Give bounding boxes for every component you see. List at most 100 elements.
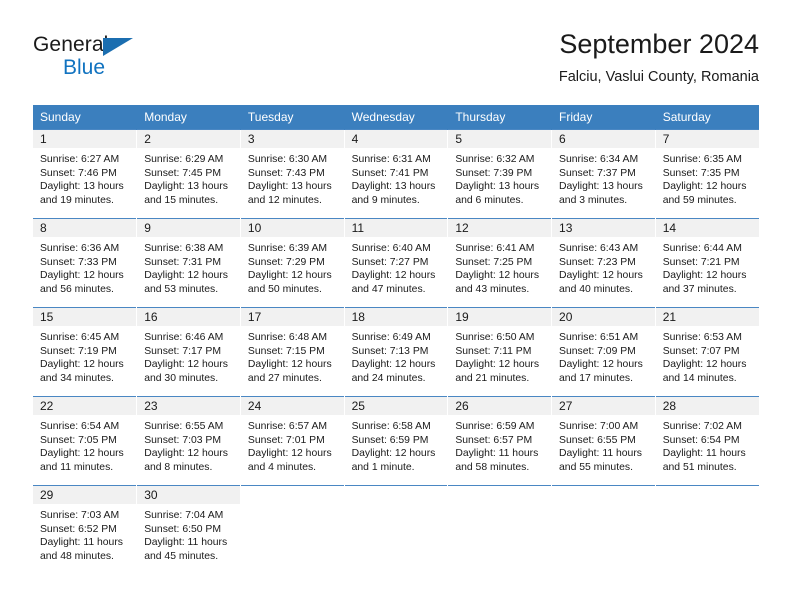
day-number: 5 (448, 130, 552, 148)
day-number: 21 (655, 308, 759, 326)
day-cell[interactable]: 23 Sunrise: 6:55 AM Sunset: 7:03 PM Dayl… (136, 396, 241, 486)
day-cell[interactable]: 29 Sunrise: 7:03 AM Sunset: 6:52 PM Dayl… (33, 485, 138, 575)
day-cell[interactable]: 2 Sunrise: 6:29 AM Sunset: 7:45 PM Dayli… (136, 129, 241, 219)
day-cell[interactable]: 19 Sunrise: 6:50 AM Sunset: 7:11 PM Dayl… (447, 307, 553, 397)
weekday-header-saturday: Saturday (655, 105, 759, 130)
sunrise-text: Sunrise: 6:40 AM (351, 243, 431, 254)
calendar-body: 1 Sunrise: 6:27 AM Sunset: 7:46 PM Dayli… (33, 129, 759, 575)
week-row: 15 Sunrise: 6:45 AM Sunset: 7:19 PM Dayl… (33, 307, 759, 397)
sunrise-text: Sunrise: 6:54 AM (40, 421, 120, 432)
day-number (448, 486, 551, 504)
day-details: Sunrise: 6:46 AM Sunset: 7:17 PM Dayligh… (137, 326, 240, 385)
sunset-text: Sunset: 6:57 PM (455, 434, 533, 446)
day-details: Sunrise: 6:45 AM Sunset: 7:19 PM Dayligh… (33, 326, 136, 385)
daylight-text-line2: and 34 minutes. (40, 372, 114, 384)
day-number: 27 (552, 397, 655, 415)
sunset-text: Sunset: 6:54 PM (662, 434, 740, 446)
day-cell-empty (655, 485, 759, 575)
sunset-text: Sunset: 6:55 PM (559, 434, 636, 446)
daylight-text-line2: and 1 minute. (351, 461, 415, 473)
day-details: Sunrise: 6:38 AM Sunset: 7:31 PM Dayligh… (137, 237, 240, 296)
sunset-text: Sunset: 7:41 PM (351, 167, 429, 179)
weekday-header-wednesday: Wednesday (344, 105, 449, 130)
day-details: Sunrise: 6:39 AM Sunset: 7:29 PM Dayligh… (241, 237, 344, 296)
day-number: 13 (552, 219, 655, 237)
day-details: Sunrise: 6:30 AM Sunset: 7:43 PM Dayligh… (241, 148, 344, 207)
sunset-text: Sunset: 7:27 PM (351, 256, 429, 268)
day-cell[interactable]: 25 Sunrise: 6:58 AM Sunset: 6:59 PM Dayl… (344, 396, 449, 486)
daylight-text-line2: and 37 minutes. (662, 283, 737, 295)
day-cell[interactable]: 14 Sunrise: 6:44 AM Sunset: 7:21 PM Dayl… (655, 218, 759, 308)
sunset-text: Sunset: 6:50 PM (144, 523, 222, 535)
day-number: 4 (344, 130, 448, 148)
day-cell[interactable]: 26 Sunrise: 6:59 AM Sunset: 6:57 PM Dayl… (447, 396, 553, 486)
weekday-header-tuesday: Tuesday (240, 105, 345, 130)
day-details: Sunrise: 6:36 AM Sunset: 7:33 PM Dayligh… (33, 237, 136, 296)
sunrise-text: Sunrise: 6:49 AM (351, 332, 431, 343)
day-cell-empty (447, 485, 553, 575)
daylight-text-line2: and 43 minutes. (455, 283, 530, 295)
day-number: 20 (552, 308, 655, 326)
day-cell[interactable]: 30 Sunrise: 7:04 AM Sunset: 6:50 PM Dayl… (136, 485, 241, 575)
sunset-text: Sunset: 7:21 PM (662, 256, 740, 268)
daylight-text-line1: Daylight: 12 hours (351, 270, 436, 282)
sunset-text: Sunset: 7:03 PM (144, 434, 222, 446)
day-number: 30 (137, 486, 240, 504)
day-details: Sunrise: 6:41 AM Sunset: 7:25 PM Dayligh… (448, 237, 551, 296)
day-cell[interactable]: 10 Sunrise: 6:39 AM Sunset: 7:29 PM Dayl… (240, 218, 345, 308)
daylight-text-line2: and 58 minutes. (455, 461, 530, 473)
day-details: Sunrise: 6:58 AM Sunset: 6:59 PM Dayligh… (345, 415, 448, 474)
sunrise-text: Sunrise: 6:27 AM (40, 154, 120, 165)
day-cell[interactable]: 15 Sunrise: 6:45 AM Sunset: 7:19 PM Dayl… (33, 307, 138, 397)
day-cell[interactable]: 11 Sunrise: 6:40 AM Sunset: 7:27 PM Dayl… (344, 218, 449, 308)
day-cell[interactable]: 21 Sunrise: 6:53 AM Sunset: 7:07 PM Dayl… (655, 307, 759, 397)
sunrise-text: Sunrise: 6:34 AM (559, 154, 639, 165)
day-cell[interactable]: 9 Sunrise: 6:38 AM Sunset: 7:31 PM Dayli… (136, 218, 241, 308)
daylight-text-line2: and 11 minutes. (40, 461, 114, 473)
sunset-text: Sunset: 7:25 PM (455, 256, 533, 268)
day-cell[interactable]: 17 Sunrise: 6:48 AM Sunset: 7:15 PM Dayl… (240, 307, 345, 397)
daylight-text-line1: Daylight: 13 hours (247, 181, 332, 193)
sunrise-text: Sunrise: 6:41 AM (455, 243, 535, 254)
day-cell[interactable]: 20 Sunrise: 6:51 AM Sunset: 7:09 PM Dayl… (551, 307, 656, 397)
day-cell[interactable]: 1 Sunrise: 6:27 AM Sunset: 7:46 PM Dayli… (33, 129, 138, 219)
daylight-text-line2: and 15 minutes. (144, 194, 219, 206)
day-number: 3 (240, 130, 344, 148)
daylight-text-line1: Daylight: 12 hours (247, 359, 332, 371)
logo-text-blue: Blue (63, 56, 106, 79)
sunrise-text: Sunrise: 6:50 AM (455, 332, 535, 343)
day-cell[interactable]: 3 Sunrise: 6:30 AM Sunset: 7:43 PM Dayli… (240, 129, 345, 219)
daylight-text-line1: Daylight: 13 hours (559, 181, 643, 193)
day-cell[interactable]: 6 Sunrise: 6:34 AM Sunset: 7:37 PM Dayli… (551, 129, 656, 219)
day-cell[interactable]: 7 Sunrise: 6:35 AM Sunset: 7:35 PM Dayli… (655, 129, 759, 219)
day-number: 8 (33, 219, 137, 237)
daylight-text-line1: Daylight: 12 hours (247, 448, 332, 460)
day-cell[interactable]: 5 Sunrise: 6:32 AM Sunset: 7:39 PM Dayli… (447, 129, 553, 219)
day-number: 10 (240, 219, 344, 237)
day-cell[interactable]: 12 Sunrise: 6:41 AM Sunset: 7:25 PM Dayl… (447, 218, 553, 308)
day-cell[interactable]: 13 Sunrise: 6:43 AM Sunset: 7:23 PM Dayl… (551, 218, 656, 308)
day-cell[interactable]: 24 Sunrise: 6:57 AM Sunset: 7:01 PM Dayl… (240, 396, 345, 486)
day-details: Sunrise: 6:54 AM Sunset: 7:05 PM Dayligh… (33, 415, 136, 474)
day-cell[interactable]: 22 Sunrise: 6:54 AM Sunset: 7:05 PM Dayl… (33, 396, 138, 486)
daylight-text-line1: Daylight: 12 hours (351, 359, 436, 371)
day-cell[interactable]: 18 Sunrise: 6:49 AM Sunset: 7:13 PM Dayl… (344, 307, 449, 397)
day-cell[interactable]: 4 Sunrise: 6:31 AM Sunset: 7:41 PM Dayli… (344, 129, 449, 219)
daylight-text-line2: and 19 minutes. (40, 194, 114, 206)
daylight-text-line2: and 24 minutes. (351, 372, 426, 384)
day-details: Sunrise: 6:35 AM Sunset: 7:35 PM Dayligh… (656, 148, 759, 207)
day-number (552, 486, 655, 504)
sunrise-text: Sunrise: 6:46 AM (144, 332, 224, 343)
daylight-text-line2: and 45 minutes. (144, 550, 219, 562)
sunset-text: Sunset: 7:19 PM (40, 345, 117, 357)
day-number: 24 (240, 397, 344, 415)
day-number: 29 (33, 486, 137, 504)
day-cell[interactable]: 16 Sunrise: 6:46 AM Sunset: 7:17 PM Dayl… (136, 307, 241, 397)
day-cell[interactable]: 27 Sunrise: 7:00 AM Sunset: 6:55 PM Dayl… (551, 396, 656, 486)
day-cell[interactable]: 28 Sunrise: 7:02 AM Sunset: 6:54 PM Dayl… (655, 396, 759, 486)
sunset-text: Sunset: 7:31 PM (144, 256, 222, 268)
daylight-text-line2: and 51 minutes. (662, 461, 737, 473)
day-details: Sunrise: 6:51 AM Sunset: 7:09 PM Dayligh… (552, 326, 655, 385)
sunset-text: Sunset: 7:01 PM (247, 434, 325, 446)
day-cell[interactable]: 8 Sunrise: 6:36 AM Sunset: 7:33 PM Dayli… (33, 218, 138, 308)
